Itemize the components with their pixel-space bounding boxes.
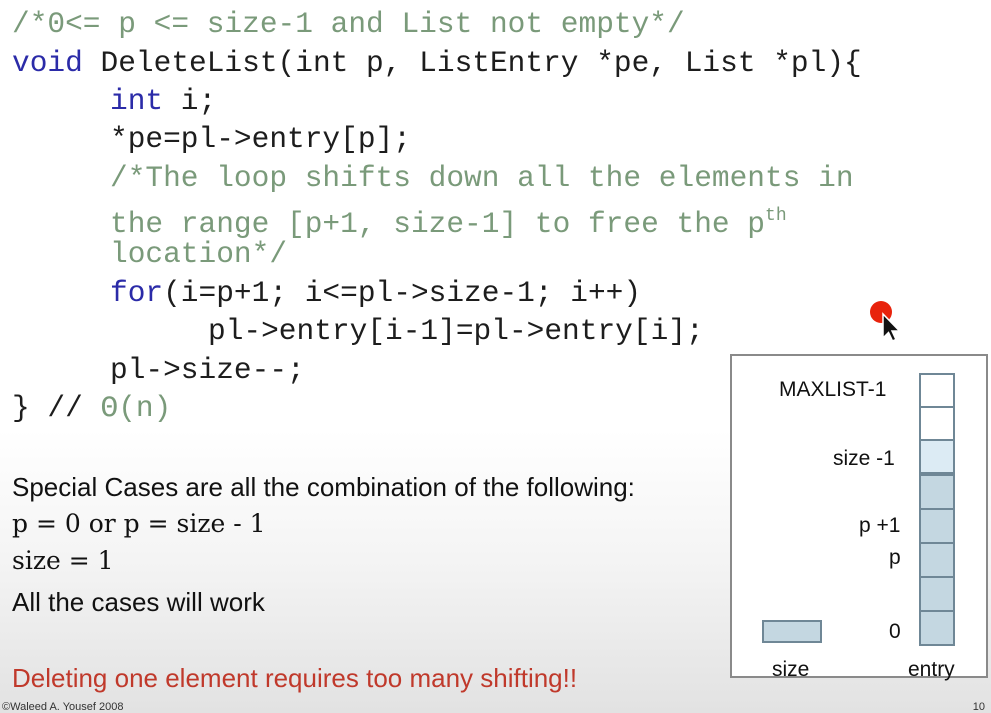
maxlist-label: MAXLIST-1 [779,378,887,401]
case-size-one: size = 1 [12,546,114,575]
array-cell-maxlist [919,373,955,408]
list-array-diagram: MAXLIST-1 size -1 p +1 p 0 size entry [730,354,988,681]
zero-label: 0 [889,620,901,643]
array-cell-zero [919,610,955,646]
array-cell-p-plus-one [919,508,955,544]
array-cell-size-minus-one [919,439,955,474]
page-number: 10 [972,701,985,713]
closing-brace-line: } // Θ(n) [12,391,172,425]
special-cases-heading: Special Cases are all the combination of… [12,472,635,502]
loop-comment-line-3: location*/ [110,237,288,271]
size-minus-one-label: size -1 [833,447,895,470]
cursor-arrow [882,312,901,342]
array-cell-p [919,542,955,578]
array-cell [919,474,955,510]
mouse-pointer-icon [870,301,901,342]
int-keyword: int [110,84,164,118]
code-listing: /*0<= p <= size-1 and List not empty*/ v… [12,0,862,456]
all-cases-work: All the cases will work [12,587,265,617]
variable-declaration: int i; [110,84,217,118]
copyright-footer: ©Waleed A. Yousef 2008 [2,701,124,713]
p-label: p [889,546,901,569]
size-caption: size [772,658,810,681]
assign-entry-line: *pe=pl->entry[p]; [110,122,411,156]
p-plus-one-label: p +1 [859,514,901,537]
for-keyword: for [110,276,164,310]
function-signature: void DeleteList(int p, ListEntry *pe, Li… [12,46,862,80]
entry-caption: entry [908,658,955,681]
loop-comment-line-1: /*The loop shifts down all the elements … [110,161,854,195]
decrement-size-line: pl->size--; [110,353,305,387]
for-loop-header: for(i=p+1; i<=pl->size-1; i++) [110,276,642,310]
void-keyword: void [12,46,83,80]
precondition-comment: /*0<= p <= size-1 and List not empty*/ [12,7,685,41]
array-cell-empty [919,406,955,441]
size-box [762,620,822,643]
complexity-comment: Θ(n) [100,391,172,425]
shifting-warning: Deleting one element requires too many s… [12,663,578,693]
shift-statement: pl->entry[i-1]=pl->entry[i]; [208,314,704,348]
case-p-bounds: p = 0 or p = size - 1 [12,509,266,538]
array-cell [919,576,955,612]
